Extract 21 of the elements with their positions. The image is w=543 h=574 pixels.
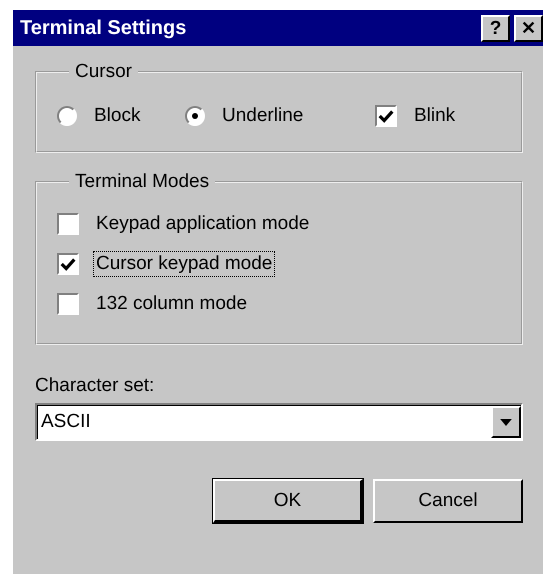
dialog-button[interactable]: Cancel: [373, 479, 523, 523]
close-button[interactable]: ✕: [514, 14, 543, 42]
help-button[interactable]: ?: [481, 14, 510, 42]
radio-button[interactable]: [185, 106, 205, 126]
option-label[interactable]: Block: [91, 103, 144, 129]
checkbox[interactable]: [57, 213, 79, 235]
checkbox[interactable]: [375, 105, 397, 127]
option-label[interactable]: Keypad application mode: [93, 211, 312, 237]
group-title: Terminal Modes: [74, 171, 210, 193]
option-label[interactable]: Blink: [411, 103, 458, 129]
group-title: Cursor: [74, 61, 134, 83]
option-label[interactable]: Underline: [219, 103, 306, 129]
radio-button[interactable]: [57, 106, 77, 126]
character-set-dropdown[interactable]: ASCII: [35, 403, 523, 441]
window-title: Terminal Settings: [20, 16, 186, 40]
option-label[interactable]: 132 column mode: [93, 291, 250, 317]
field-label: Character set:: [35, 375, 156, 397]
dialog-button[interactable]: OK: [213, 479, 363, 523]
option-label[interactable]: Cursor keypad mode: [93, 251, 276, 277]
checkbox[interactable]: [57, 253, 79, 275]
checkbox[interactable]: [57, 293, 79, 315]
